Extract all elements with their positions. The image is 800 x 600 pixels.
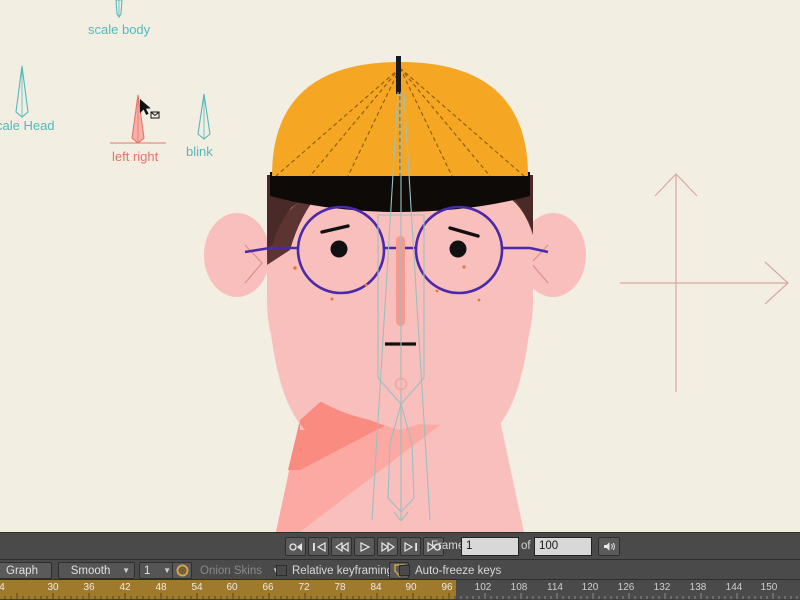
frame-input[interactable]: 1	[461, 537, 519, 556]
timeline-tick-label: 60	[226, 582, 238, 593]
timeline-tick-label: 78	[334, 582, 346, 593]
timeline-tick-label: 150	[760, 582, 778, 593]
sound-toggle-button[interactable]	[598, 537, 620, 556]
timeline-tick-label: 42	[119, 582, 131, 593]
rig-label-scale-head: cale Head	[0, 118, 55, 133]
auto-freeze-keys-label: Auto-freeze keys	[415, 564, 502, 577]
timeline-tick-label: 84	[370, 582, 382, 593]
transform-gizmo	[620, 173, 789, 392]
left-ear	[204, 213, 270, 297]
right-pupil	[449, 240, 467, 258]
character-artwork	[204, 56, 789, 532]
frame-label: Frame	[431, 540, 465, 552]
timeline-tick-label: 90	[405, 582, 417, 593]
timeline-tick-label: 108	[510, 582, 528, 593]
first-frame-button[interactable]	[308, 537, 329, 556]
timeline-tick-label: 144	[725, 582, 743, 593]
auto-freeze-keys-checkbox[interactable]	[399, 565, 410, 576]
relative-keyframing-label: Relative keyframing	[292, 564, 393, 577]
timeline-tick-label: 54	[191, 582, 203, 593]
timeline-tick-label: 120	[581, 582, 599, 593]
chevron-down-icon: ▼	[163, 566, 171, 575]
hat-pole	[396, 56, 401, 94]
auto-freeze-keys-toggle[interactable]: Auto-freeze keys	[399, 562, 501, 579]
timeline-tick-label: 132	[653, 582, 671, 593]
timeline-ruler[interactable]: 4 30 36 42 48 54 60 66 72 78 84 90 96 102 108 114 120 126…	[0, 580, 800, 599]
onion-skins-select[interactable]: Onion Skins ▼	[196, 562, 284, 579]
rig-label-scale-body: scale body	[88, 22, 151, 37]
timeline-tick-label: 126	[617, 582, 635, 593]
animation-canvas[interactable]: scale body cale Head left right blink	[0, 0, 800, 532]
interpolation-select[interactable]: Smooth ▼	[58, 562, 135, 579]
options-toolbar: Graph Smooth ▼ 1 ▼ Onion Skins ▼ Relativ…	[0, 560, 800, 580]
rewind-button[interactable]	[331, 537, 352, 556]
timeline-tick-label: 48	[155, 582, 167, 593]
timeline-tick-label: 138	[689, 582, 707, 593]
play-button[interactable]	[354, 537, 375, 556]
fast-forward-button[interactable]	[377, 537, 398, 556]
last-frame-button[interactable]	[400, 537, 421, 556]
onion-skin-toggle[interactable]	[172, 562, 192, 579]
left-pupil	[330, 240, 348, 258]
interpolation-value: Smooth	[70, 564, 111, 577]
bottom-panel: Frame 1 of 100 Graph Smooth ▼ 1 ▼ Onion …	[0, 532, 800, 600]
onion-count-value: 1	[144, 564, 151, 577]
timeline-tick-label: 66	[262, 582, 274, 593]
rig-label-left-right: left right	[112, 149, 159, 164]
timeline-tick-label: 30	[47, 582, 59, 593]
playback-toolbar: Frame 1 of 100	[0, 532, 800, 560]
timeline-tick-label: 72	[298, 582, 310, 593]
loop-button[interactable]	[285, 537, 306, 556]
onion-skin-icon	[176, 564, 188, 577]
relative-keyframing-toggle[interactable]: Relative keyframing	[276, 562, 393, 579]
rig-label-blink: blink	[186, 144, 213, 159]
onion-count-select[interactable]: 1 ▼	[139, 562, 176, 579]
onion-skins-label: Onion Skins	[200, 564, 263, 577]
timeline-tick-label: 102	[474, 582, 492, 593]
timeline-tick-label: 96	[441, 582, 453, 593]
graph-button-label: Graph	[6, 564, 38, 577]
chevron-down-icon: ▼	[122, 566, 130, 575]
total-frames-input[interactable]: 100	[534, 537, 592, 556]
of-label: of	[521, 540, 531, 552]
timeline-tick-label: 36	[83, 582, 95, 593]
graph-button[interactable]: Graph	[0, 562, 52, 579]
timeline-tick-label: 4	[0, 582, 5, 593]
relative-keyframing-checkbox[interactable]	[276, 565, 287, 576]
timeline-tick-label: 114	[547, 582, 563, 593]
